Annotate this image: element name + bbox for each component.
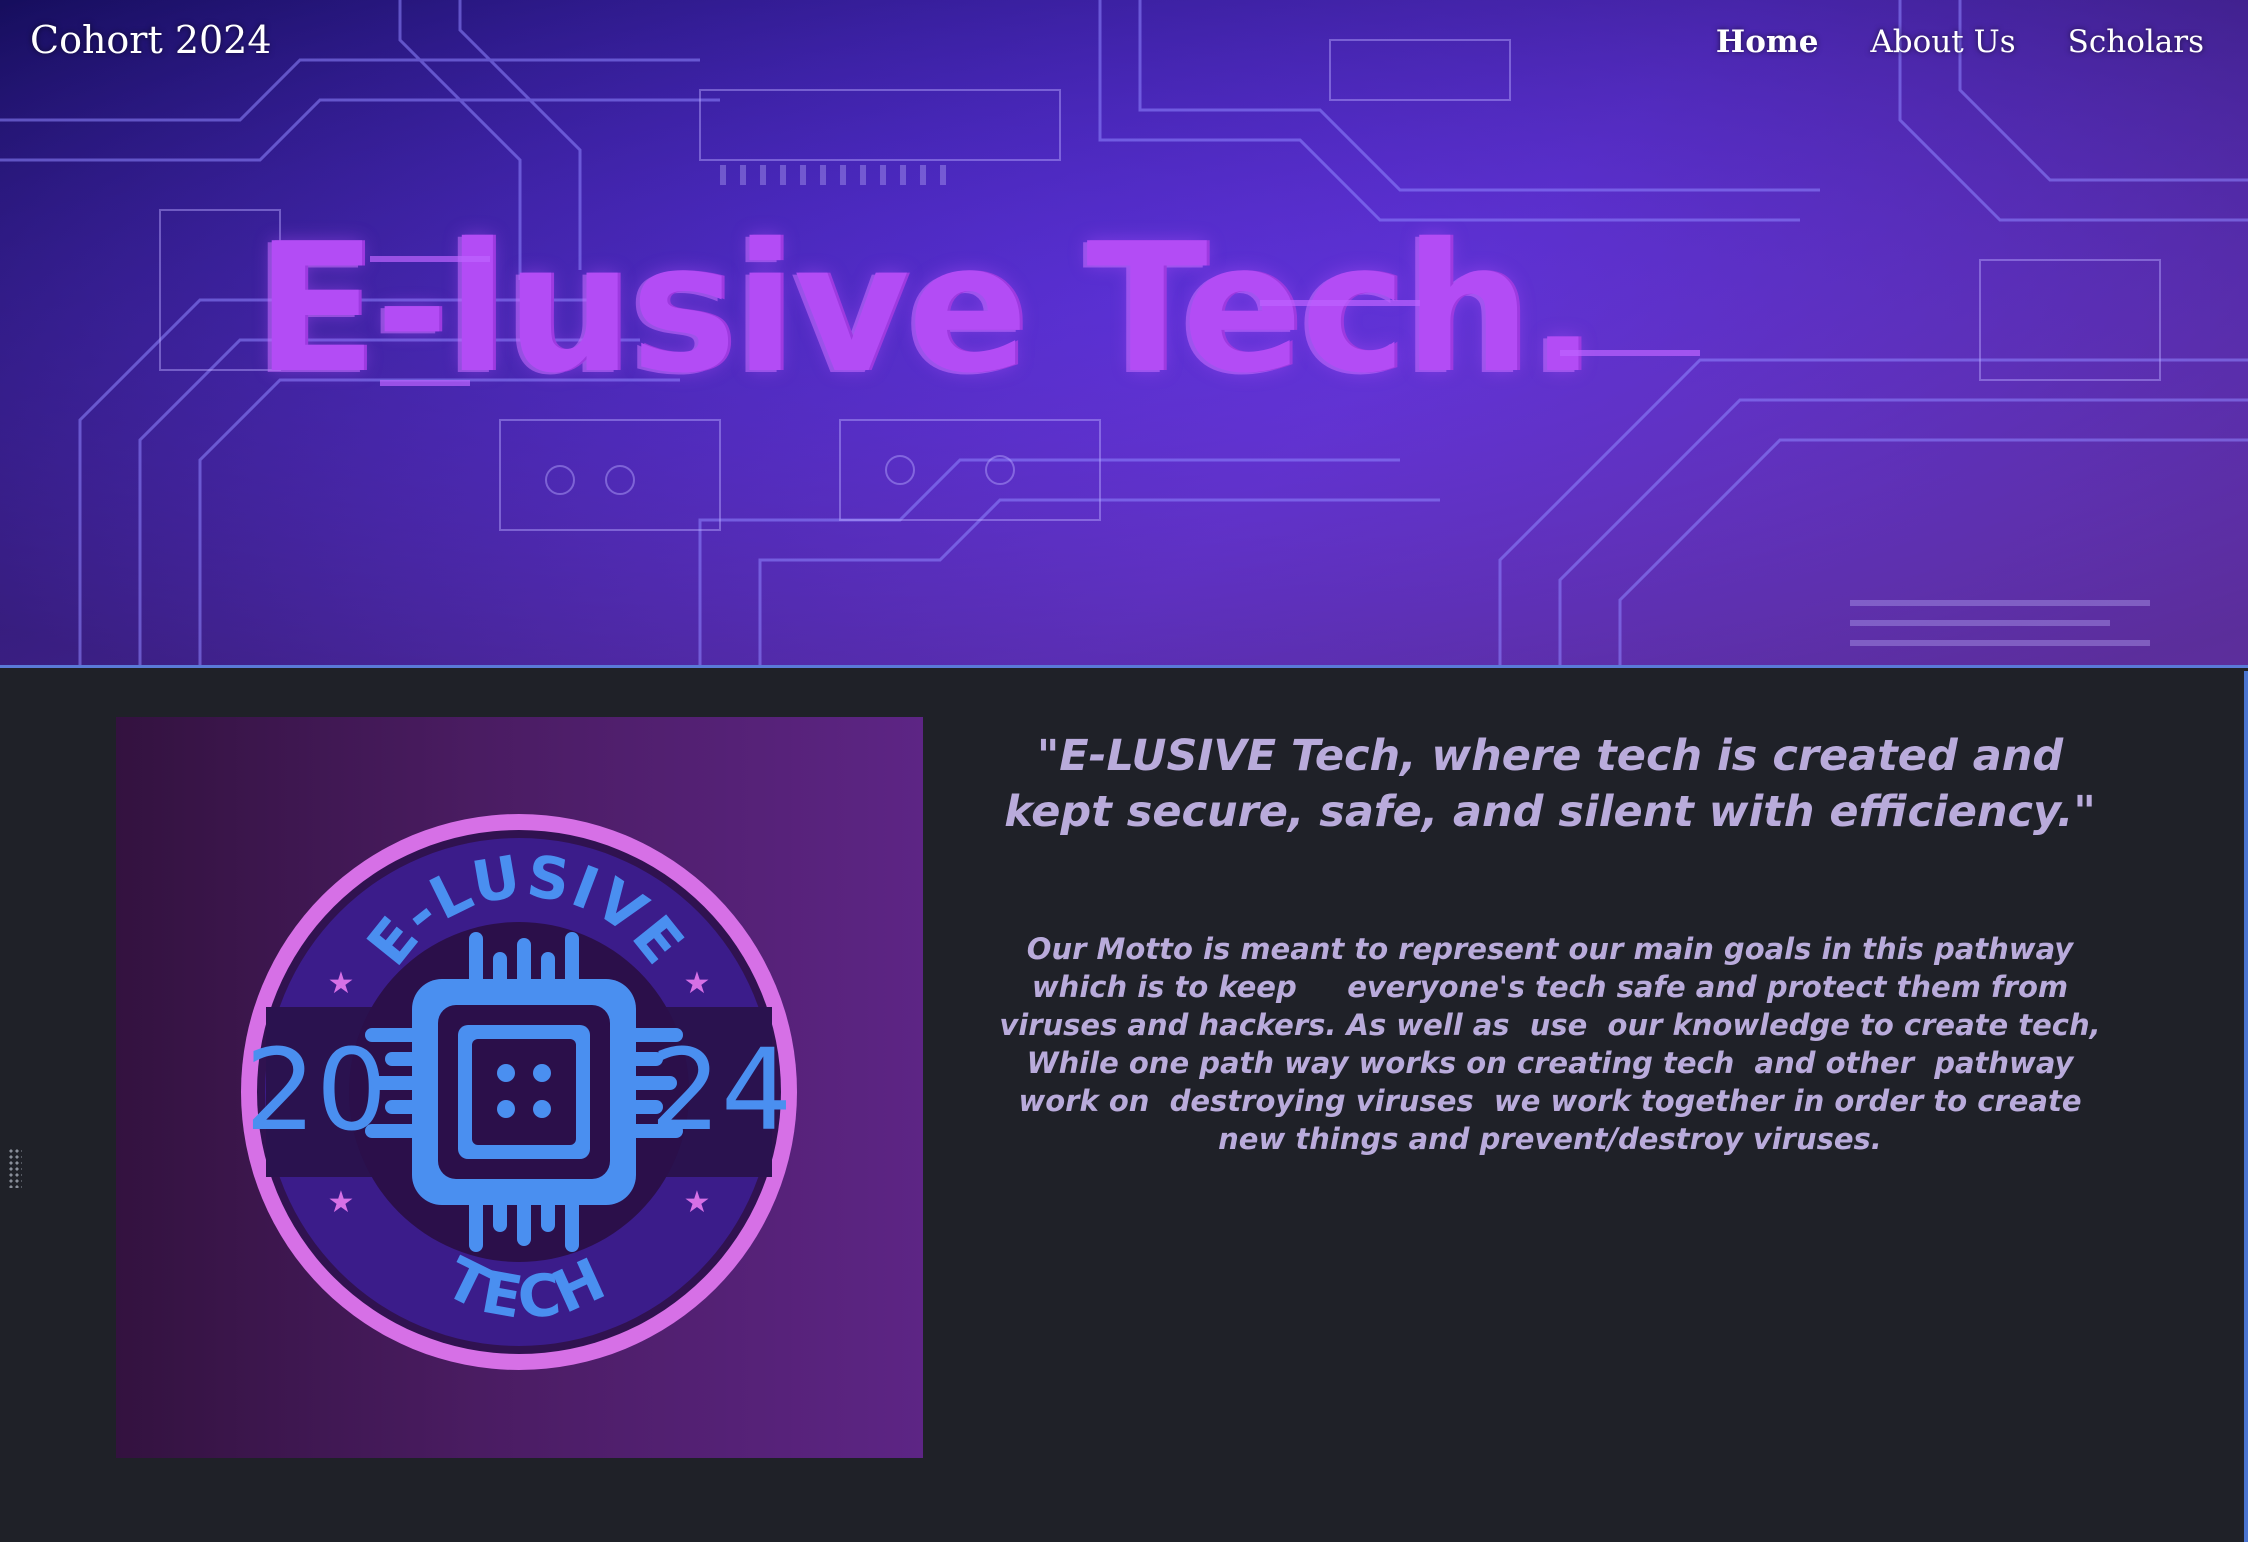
svg-text:★: ★ — [684, 966, 711, 1001]
svg-text:★: ★ — [684, 1185, 711, 1220]
svg-text:★: ★ — [328, 1185, 355, 1220]
motto-description: Our Motto is meant to represent our main… — [999, 932, 2111, 1156]
site-brand[interactable]: Cohort 2024 — [30, 18, 272, 62]
glitch-line — [370, 256, 490, 262]
hero-title: E-lusive Tech. — [255, 205, 1596, 412]
glitch-line — [1560, 350, 1700, 356]
glitch-line — [380, 380, 470, 386]
main-nav: Home About Us Scholars — [1716, 24, 2204, 60]
logo-year-left: 20 — [245, 1026, 388, 1156]
nav-home-link[interactable]: Home — [1716, 24, 1819, 60]
scrollbar-edge — [2244, 671, 2248, 1542]
drag-handle-icon[interactable] — [8, 1148, 22, 1188]
hero-banner: Cohort 2024 Home About Us Scholars E-lus… — [0, 0, 2248, 668]
motto-quote: "E-LUSIVE Tech, where tech is created an… — [1004, 731, 2096, 837]
logo-image: ★ ★ ★ ★ E-LUSIVE 20 24 TECH — [116, 717, 923, 1458]
nav-about-us-link[interactable]: About Us — [1870, 24, 2015, 60]
nav-scholars-link[interactable]: Scholars — [2068, 24, 2204, 60]
glitch-line — [1260, 300, 1420, 306]
e-lusive-tech-badge: ★ ★ ★ ★ E-LUSIVE 20 24 TECH — [241, 814, 797, 1370]
svg-text:★: ★ — [328, 966, 355, 1001]
